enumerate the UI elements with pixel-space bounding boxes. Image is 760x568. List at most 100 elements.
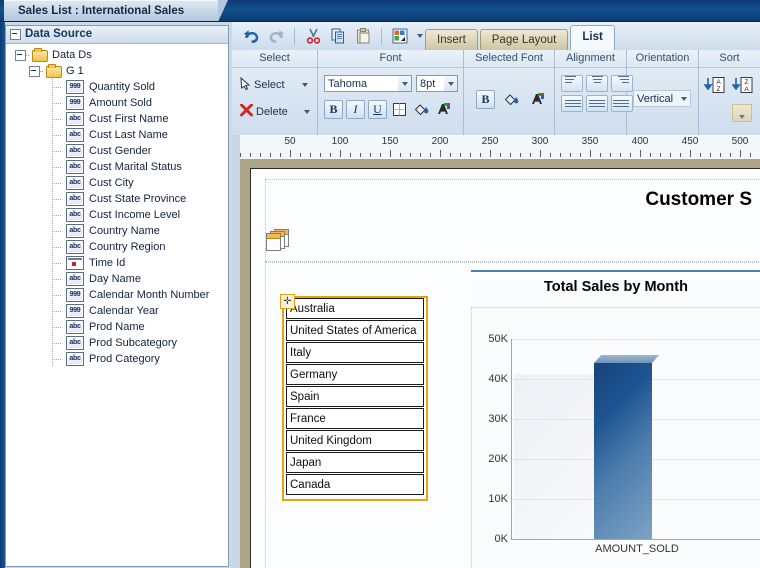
vertical-ruler[interactable] (232, 159, 240, 568)
ribbon-group-selected-font: Selected Font B (464, 50, 555, 135)
chevron-down-icon[interactable] (677, 91, 690, 106)
report-page[interactable]: Customer S Australia United States of Ame… (250, 168, 760, 568)
list-item[interactable]: Italy (286, 342, 424, 363)
list-item[interactable]: Canada (286, 474, 424, 495)
tree-field-item[interactable]: 999 Quantity Sold (7, 79, 227, 95)
tree-field-item[interactable]: abc Country Name (7, 223, 227, 239)
list-item[interactable]: United Kingdom (286, 430, 424, 451)
tree-field-item[interactable]: abc Cust Marital Status (7, 159, 227, 175)
font-color-icon[interactable] (434, 100, 453, 119)
fill-color-icon[interactable] (412, 100, 431, 119)
chevron-down-icon[interactable] (303, 110, 310, 114)
ruler-major-tick (690, 150, 691, 157)
align-top-left-button[interactable] (561, 75, 583, 92)
collapse-icon-data-ds[interactable] (15, 49, 26, 61)
tab-page-layout[interactable]: Page Layout (479, 29, 569, 50)
ruler-major-tick (390, 150, 391, 157)
redo-icon[interactable] (265, 25, 287, 47)
list-item[interactable]: Germany (286, 364, 424, 385)
tree-connector (51, 191, 65, 207)
tree-field-item[interactable]: abc Prod Name (7, 319, 227, 335)
sort-more-icon[interactable] (732, 104, 752, 122)
tree-field-item[interactable]: abc Cust Income Level (7, 207, 227, 223)
fill-color-icon[interactable] (502, 90, 521, 109)
font-color-icon[interactable] (528, 90, 547, 109)
ruler-minor-tick (720, 153, 721, 157)
document-tab[interactable]: Sales List : International Sales (4, 0, 229, 22)
ruler-minor-tick (470, 153, 471, 157)
list-item[interactable]: Japan (286, 452, 424, 473)
align-top-center-button[interactable] (586, 75, 608, 92)
svg-text:Z: Z (717, 86, 721, 93)
tree-field-item[interactable]: abc Prod Subcategory (7, 335, 227, 351)
tree-field-item[interactable]: abc Day Name (7, 271, 227, 287)
tree-field-item[interactable]: 999 Amount Sold (7, 95, 227, 111)
select-button[interactable]: Select (238, 74, 310, 96)
tree-field-label: Prod Category (89, 353, 160, 365)
text-field-icon: abc (66, 128, 84, 142)
ruler-label: 250 (481, 136, 499, 147)
tree-field-item[interactable]: abc Prod Category (7, 351, 227, 367)
chevron-down-icon[interactable] (301, 83, 308, 87)
underline-button[interactable]: U (368, 100, 387, 119)
tree-field-item[interactable]: Time Id (7, 255, 227, 271)
list-item[interactable]: Australia (286, 298, 424, 319)
ruler-minor-tick (430, 153, 431, 157)
ribbon-group-font: Font Tahoma 8pt B I U (318, 50, 464, 135)
tree-field-item[interactable]: abc Cust Gender (7, 143, 227, 159)
data-source-header[interactable]: Data Source (6, 26, 228, 44)
ruler-minor-tick (350, 153, 351, 157)
collapse-icon[interactable] (10, 29, 21, 40)
tree-node-g1[interactable]: G 1 (7, 63, 227, 79)
align-center-button[interactable] (586, 95, 608, 112)
tree-field-item[interactable]: abc Cust State Province (7, 191, 227, 207)
list-item[interactable]: France (286, 408, 424, 429)
chart-control[interactable]: Total Sales by Month 0K 10K 20K 30K 40K 50K A… (471, 279, 760, 568)
tree-field-item[interactable]: abc Cust First Name (7, 111, 227, 127)
ruler-minor-tick (700, 153, 701, 157)
italic-button[interactable]: I (346, 100, 365, 119)
align-left-button[interactable] (561, 95, 583, 112)
tree-field-item[interactable]: abc Cust Last Name (7, 127, 227, 143)
tree-field-label: Country Region (89, 241, 166, 253)
tab-list[interactable]: List (570, 25, 615, 50)
move-handle-icon[interactable]: ✛ (280, 294, 295, 309)
chart-icon[interactable] (389, 25, 411, 47)
horizontal-ruler[interactable]: 50 100 150 200 250 300 350 400 450 500 (232, 135, 760, 160)
list-item[interactable]: United States of America (286, 320, 424, 341)
tree-field-item[interactable]: 999 Calendar Year (7, 303, 227, 319)
chevron-down-icon[interactable] (444, 76, 457, 91)
chevron-down-icon[interactable] (398, 76, 411, 91)
list-item[interactable]: Spain (286, 386, 424, 407)
tab-insert[interactable]: Insert (425, 29, 478, 50)
report-page-frame: Customer S Australia United States of Ame… (240, 159, 760, 568)
document-tab-label: Sales List : International Sales (18, 5, 185, 17)
undo-icon[interactable] (240, 25, 262, 47)
cut-icon[interactable] (302, 25, 324, 47)
country-list-control[interactable]: Australia United States of America Italy Ge… (282, 296, 428, 501)
ribbon-tabs: Insert Page Layout List (425, 25, 615, 50)
font-size-select[interactable]: 8pt (416, 75, 458, 92)
tree-connector (51, 319, 65, 335)
ruler-label: 50 (284, 136, 296, 147)
tree-field-item[interactable]: 999 Calendar Month Number (7, 287, 227, 303)
sort-az-icon[interactable]: AZ (703, 74, 727, 96)
chart-bar[interactable] (594, 355, 660, 539)
copy-icon[interactable] (327, 25, 349, 47)
tree-field-item[interactable]: abc Cust City (7, 175, 227, 191)
sort-za-icon[interactable]: ZA (731, 74, 755, 96)
font-family-select[interactable]: Tahoma (324, 75, 412, 92)
selected-bold-button[interactable]: B (476, 90, 495, 109)
collapse-icon-g1[interactable] (29, 65, 40, 77)
chart-y-tick-label: 10K (488, 493, 508, 505)
bold-button[interactable]: B (324, 100, 343, 119)
delete-button[interactable]: Delete (238, 101, 312, 123)
ruler-minor-tick (650, 153, 651, 157)
paste-icon[interactable] (352, 25, 374, 47)
svg-text:Z: Z (745, 79, 749, 86)
tree-field-item[interactable]: abc Country Region (7, 239, 227, 255)
tree-node-data-ds[interactable]: Data Ds (7, 47, 227, 63)
border-icon[interactable] (390, 100, 409, 119)
orientation-select[interactable]: Vertical (633, 90, 691, 107)
